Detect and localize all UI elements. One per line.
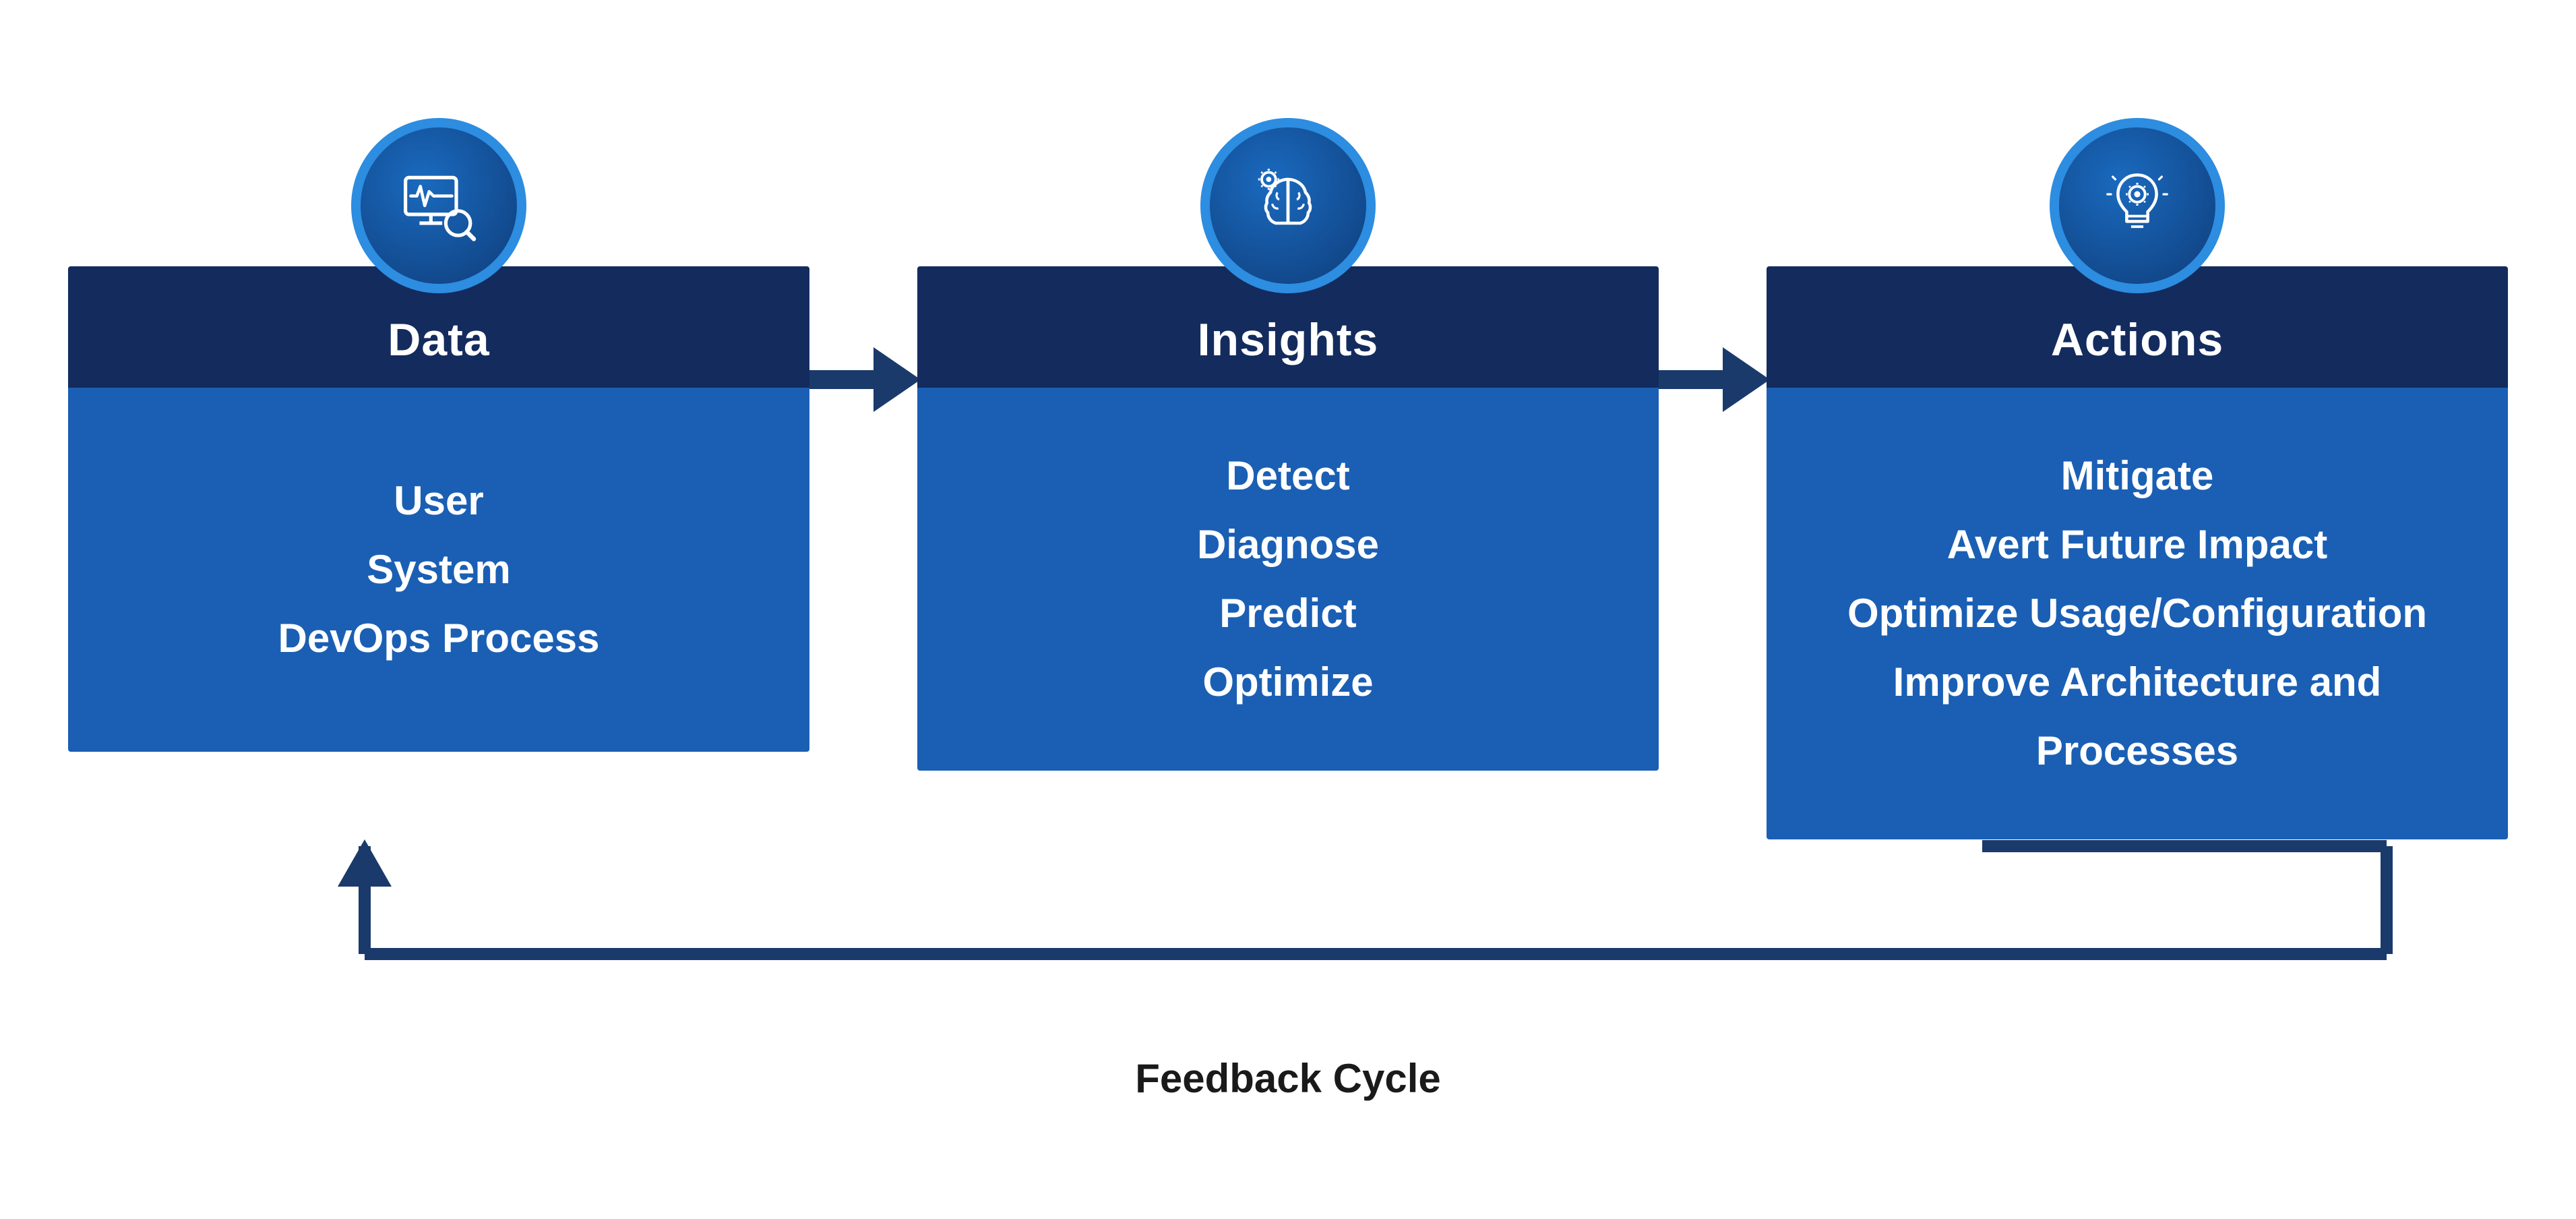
insights-card-content: Detect Diagnose Predict Optimize [1197,442,1379,717]
arrow-insights-to-actions [1659,347,1767,412]
insights-header-title: Insights [1198,314,1379,365]
arrow-body-2 [1655,370,1723,389]
actions-item-4: Improve Architecture and Processes [1807,648,2467,785]
actions-icon-wrapper [2050,118,2225,293]
data-item-2: System [278,535,600,604]
actions-header-title: Actions [2051,314,2224,365]
arrow-data-to-insights [809,347,917,412]
insights-item-3: Predict [1197,579,1379,648]
insights-item-2: Diagnose [1197,510,1379,579]
feedback-cycle-container: Feedback Cycle [260,839,2316,1102]
actions-circle-icon [2050,118,2225,293]
data-item-3: DevOps Process [278,604,600,673]
actions-card-body: Mitigate Avert Future Impact Optimize Us… [1767,388,2508,839]
arrow-head-2 [1723,347,1770,412]
column-insights: Insights Detect Diagnose Predict Optimiz… [917,118,1659,771]
actions-card-content: Mitigate Avert Future Impact Optimize Us… [1807,442,2467,785]
diagram-wrapper: Data User System DevOps Process [75,118,2501,1102]
right-arrow-1 [806,347,921,412]
actions-item-1: Mitigate [1807,442,2467,510]
data-card: Data User System DevOps Process [68,266,809,752]
column-data: Data User System DevOps Process [68,118,809,752]
insights-item-1: Detect [1197,442,1379,510]
insights-card: Insights Detect Diagnose Predict Optimiz… [917,266,1659,771]
arrow-body-1 [806,370,873,389]
data-circle-icon [351,118,526,293]
brain-gear-icon [1244,162,1332,249]
insights-card-body: Detect Diagnose Predict Optimize [917,388,1659,771]
data-header-title: Data [388,314,489,365]
feedback-cycle-svg [176,839,2400,1015]
feedback-cycle-label: Feedback Cycle [1135,1055,1441,1102]
monitor-search-icon [395,162,483,249]
data-card-content: User System DevOps Process [278,467,600,673]
insights-item-4: Optimize [1197,648,1379,717]
actions-item-3: Optimize Usage/Configuration [1807,579,2467,648]
insights-circle-icon [1200,118,1376,293]
column-actions: Actions Mitigate Avert Future Impact Opt… [1767,118,2508,839]
data-item-1: User [278,467,600,535]
columns-row: Data User System DevOps Process [75,118,2501,839]
right-arrow-2 [1655,347,1770,412]
actions-item-2: Avert Future Impact [1807,510,2467,579]
data-card-body: User System DevOps Process [68,388,809,752]
actions-card: Actions Mitigate Avert Future Impact Opt… [1767,266,2508,839]
arrow-head-1 [873,347,921,412]
data-icon-wrapper [351,118,526,293]
insights-icon-wrapper [1200,118,1376,293]
lightbulb-gear-icon [2093,162,2181,249]
